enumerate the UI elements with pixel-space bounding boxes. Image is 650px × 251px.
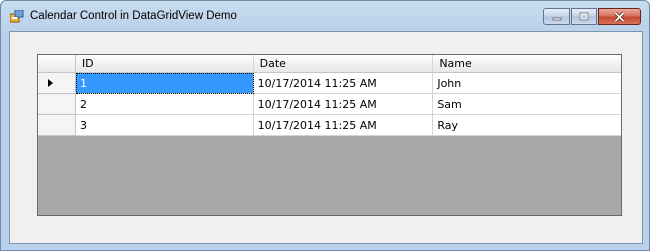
row-header[interactable] <box>38 73 76 94</box>
cell-id[interactable]: 1 <box>75 73 254 94</box>
grid-header-row: ID Date Name <box>38 55 621 73</box>
cell-name[interactable]: Ray <box>433 115 621 136</box>
caption-buttons <box>542 8 641 26</box>
close-icon <box>614 11 625 22</box>
column-header-id[interactable]: ID <box>75 55 254 73</box>
cell-date[interactable]: 10/17/2014 11:25 AM <box>253 73 434 94</box>
cell-name[interactable]: John <box>433 73 621 94</box>
row-header[interactable] <box>38 94 76 115</box>
current-row-arrow-icon <box>47 79 53 87</box>
table-row[interactable]: 2 10/17/2014 11:25 AM Sam <box>38 94 621 115</box>
table-row[interactable]: 3 10/17/2014 11:25 AM Ray <box>38 115 621 136</box>
grid-corner-header[interactable] <box>38 55 76 73</box>
cell-date[interactable]: 10/17/2014 11:25 AM <box>253 94 434 115</box>
minimize-icon <box>552 17 561 20</box>
window-title: Calendar Control in DataGridView Demo <box>30 10 237 22</box>
cell-id[interactable]: 3 <box>75 115 254 136</box>
app-icon[interactable] <box>10 10 24 23</box>
app-window: Calendar Control in DataGridView Demo ID… <box>0 0 650 251</box>
maximize-button[interactable] <box>571 8 597 25</box>
cell-id[interactable]: 2 <box>75 94 254 115</box>
minimize-button[interactable] <box>543 8 570 25</box>
form-client-area: ID Date Name 1 10/17/2014 11:25 AM John … <box>9 31 643 244</box>
maximize-icon <box>579 12 589 21</box>
cell-date[interactable]: 10/17/2014 11:25 AM <box>253 115 434 136</box>
column-header-date[interactable]: Date <box>253 55 434 73</box>
data-grid[interactable]: ID Date Name 1 10/17/2014 11:25 AM John … <box>37 54 622 216</box>
column-header-name[interactable]: Name <box>433 55 621 73</box>
title-bar[interactable]: Calendar Control in DataGridView Demo <box>1 1 649 31</box>
table-row[interactable]: 1 10/17/2014 11:25 AM John <box>38 73 621 94</box>
row-header[interactable] <box>38 115 76 136</box>
cell-name[interactable]: Sam <box>433 94 621 115</box>
close-button[interactable] <box>598 8 641 25</box>
